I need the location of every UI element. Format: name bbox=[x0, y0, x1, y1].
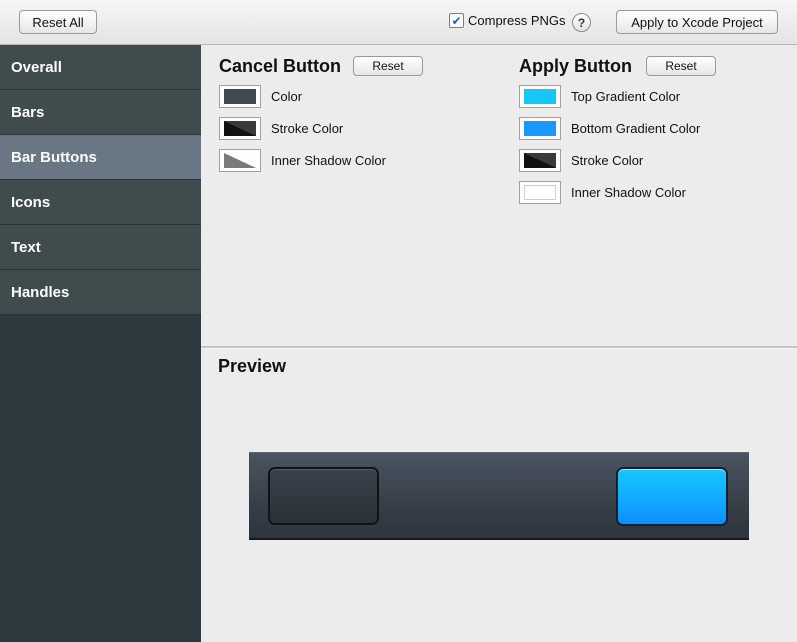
cancel-reset-button[interactable]: Reset bbox=[353, 56, 423, 76]
color-label: Color bbox=[271, 89, 303, 104]
sidebar-item-label: Bar Buttons bbox=[11, 148, 97, 166]
color-well[interactable] bbox=[519, 181, 561, 204]
toolbar: Reset All ✔ Compress PNGs ? Apply to Xco… bbox=[0, 0, 797, 45]
cancel-color-row: Color bbox=[219, 85, 302, 108]
sidebar-item-label: Icons bbox=[11, 193, 51, 211]
color-well[interactable] bbox=[219, 117, 261, 140]
cancel-button-section-title: Cancel Button bbox=[219, 56, 342, 76]
color-label: Stroke Color bbox=[571, 153, 644, 168]
sidebar-item-icons[interactable]: Icons bbox=[0, 180, 201, 225]
swatch-fill bbox=[224, 153, 256, 168]
preview-title: Preview bbox=[218, 356, 287, 376]
swatch-fill bbox=[524, 153, 556, 168]
color-label: Stroke Color bbox=[271, 121, 344, 136]
swatch-fill bbox=[524, 89, 556, 104]
sidebar-item-handles[interactable]: Handles bbox=[0, 270, 201, 315]
reset-all-button[interactable]: Reset All bbox=[19, 10, 97, 34]
compress-pngs-label: Compress PNGs bbox=[468, 13, 566, 28]
color-label: Bottom Gradient Color bbox=[571, 121, 701, 136]
swatch-fill bbox=[524, 121, 556, 136]
sidebar-item-label: Text bbox=[11, 238, 41, 256]
sidebar-item-label: Bars bbox=[11, 103, 45, 121]
preview-cancel-button bbox=[268, 467, 379, 525]
color-well[interactable] bbox=[519, 85, 561, 108]
compress-pngs-checkbox[interactable]: ✔ Compress PNGs bbox=[449, 13, 566, 28]
sidebar: Overall Bars Bar Buttons Icons Text Hand… bbox=[0, 45, 201, 642]
color-label: Inner Shadow Color bbox=[571, 185, 686, 200]
sidebar-item-text[interactable]: Text bbox=[0, 225, 201, 270]
panel-divider bbox=[201, 346, 797, 349]
color-well[interactable] bbox=[519, 149, 561, 172]
preview-bar bbox=[249, 452, 749, 540]
checkmark-icon[interactable]: ✔ bbox=[449, 13, 464, 28]
swatch-fill bbox=[224, 121, 256, 136]
sidebar-item-bars[interactable]: Bars bbox=[0, 90, 201, 135]
apply-reset-button[interactable]: Reset bbox=[646, 56, 716, 76]
color-label: Top Gradient Color bbox=[571, 89, 681, 104]
swatch-fill bbox=[524, 185, 556, 200]
sidebar-item-overall[interactable]: Overall bbox=[0, 45, 201, 90]
cancel-inner-shadow-row: Inner Shadow Color bbox=[219, 149, 386, 172]
apply-button-section-title: Apply Button bbox=[519, 56, 632, 76]
swatch-fill bbox=[224, 89, 256, 104]
apply-bottom-gradient-row: Bottom Gradient Color bbox=[519, 117, 700, 140]
apply-inner-shadow-row: Inner Shadow Color bbox=[519, 181, 686, 204]
apply-top-gradient-row: Top Gradient Color bbox=[519, 85, 680, 108]
apply-to-xcode-button[interactable]: Apply to Xcode Project bbox=[616, 10, 778, 34]
cancel-stroke-row: Stroke Color bbox=[219, 117, 343, 140]
sidebar-item-label: Handles bbox=[11, 283, 70, 301]
color-well[interactable] bbox=[219, 85, 261, 108]
apply-stroke-row: Stroke Color bbox=[519, 149, 643, 172]
sidebar-item-bar-buttons[interactable]: Bar Buttons bbox=[0, 135, 201, 180]
color-label: Inner Shadow Color bbox=[271, 153, 386, 168]
color-well[interactable] bbox=[219, 149, 261, 172]
sidebar-item-label: Overall bbox=[11, 58, 62, 76]
color-well[interactable] bbox=[519, 117, 561, 140]
help-icon[interactable]: ? bbox=[572, 13, 591, 32]
preview-apply-button bbox=[616, 467, 728, 526]
